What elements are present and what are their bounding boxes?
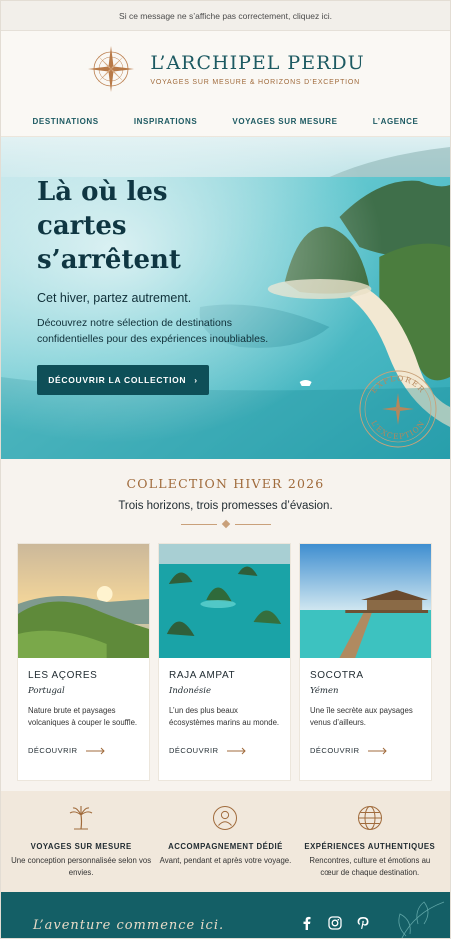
discover-link-label[interactable]: DÉCOUVRIR [169, 746, 219, 755]
collection-header: COLLECTION HIVER 2026 Trois horizons, tr… [1, 459, 450, 543]
card-raja-ampat[interactable]: RAJA AMPAT Indonésie L’un des plus beaux… [158, 543, 291, 781]
facebook-icon[interactable] [300, 916, 314, 930]
footer-tagline: L’aventure commence ici. [33, 917, 225, 933]
instagram-icon[interactable] [328, 916, 342, 930]
card-description: Nature brute et paysages volcaniques à c… [28, 706, 138, 727]
discover-link-label[interactable]: DÉCOUVRIR [310, 746, 360, 755]
card-country: Indonésie [169, 686, 212, 696]
feature-title: EXPÉRIENCES AUTHENTIQUES [304, 842, 436, 851]
hero-subtitle: Cet hiver, partez autrement. [37, 291, 192, 305]
feature-experiences: EXPÉRIENCES AUTHENTIQUES Rencontres, cul… [300, 805, 440, 892]
feature-description: Avant, pendant et après votre voyage. [159, 856, 292, 865]
arrow-right-icon [85, 747, 105, 754]
card-title: SOCOTRA [310, 670, 364, 681]
feature-accompagnement: ACCOMPAGNEMENT DÉDIÉ Avant, pendant et a… [155, 805, 295, 892]
compass-rose-icon [88, 46, 135, 92]
main-nav: DESTINATIONS INSPIRATIONS VOYAGES SUR ME… [1, 107, 450, 137]
hero-description: Découvrez notre sélection de destination… [37, 317, 269, 345]
explorer-stamp: EXPLORER L’EXCEPTION [359, 370, 437, 448]
destination-cards: LES AÇORES Portugal Nature brute et pays… [1, 543, 450, 781]
brand-tagline: VOYAGES SUR MESURE & HORIZONS D’EXCEPTIO… [150, 79, 361, 86]
raja-ampat-image [159, 544, 290, 658]
features-strip: VOYAGES SUR MESURE Une conception person… [1, 791, 450, 892]
arrow-right-icon [226, 747, 246, 754]
hero-banner: Là où les cartes s’arrêtent Cet hiver, p… [1, 137, 450, 459]
brand-name[interactable]: L’ARCHIPEL PERDU [150, 52, 364, 74]
feature-description: Rencontres, culture et émotions au cœur … [309, 856, 431, 877]
ornament-divider [1, 519, 450, 529]
view-in-browser-link[interactable]: Si ce message ne s’affiche pas correctem… [1, 1, 450, 31]
hero-title-line1: Là où les [37, 177, 168, 207]
socotra-image [300, 544, 431, 658]
discover-link-label[interactable]: DÉCOUVRIR [28, 746, 78, 755]
feature-voyages-sur-mesure: VOYAGES SUR MESURE Une conception person… [11, 805, 151, 892]
feature-title: ACCOMPAGNEMENT DÉDIÉ [168, 842, 283, 851]
nav-item-voyages-sur-mesure[interactable]: VOYAGES SUR MESURE [232, 117, 337, 126]
email-page: Si ce message ne s’affiche pas correctem… [0, 0, 451, 939]
discover-link[interactable]: DÉCOUVRIR [169, 746, 280, 755]
card-country: Portugal [28, 686, 65, 696]
card-title: RAJA AMPAT [169, 670, 236, 681]
globe-icon [357, 806, 382, 830]
footer: L’aventure commence ici. [1, 892, 450, 938]
hero-title-line2: cartes s’arrêtent [37, 211, 181, 275]
leaf-decoration-icon [398, 901, 445, 938]
pinterest-icon[interactable] [356, 916, 370, 930]
hero-copy: Là où les cartes s’arrêtent Cet hiver, p… [37, 175, 277, 347]
feature-description: Une conception personnalisée selon vos e… [11, 856, 152, 877]
card-acores[interactable]: LES AÇORES Portugal Nature brute et pays… [17, 543, 150, 781]
person-icon [213, 806, 238, 830]
nav-item-inspirations[interactable]: INSPIRATIONS [134, 117, 198, 126]
card-description: Une île secrète aux paysages venus d’ail… [310, 706, 413, 727]
discover-link[interactable]: DÉCOUVRIR [28, 746, 139, 755]
card-description: L’un des plus beaux écosystèmes marins a… [169, 706, 280, 727]
acores-image [18, 544, 149, 658]
card-socotra[interactable]: SOCOTRA Yémen Une île secrète aux paysag… [299, 543, 432, 781]
social-links [300, 916, 370, 930]
palm-tree-icon [69, 806, 93, 830]
nav-item-destinations[interactable]: DESTINATIONS [33, 117, 99, 126]
discover-link[interactable]: DÉCOUVRIR [310, 746, 421, 755]
discover-collection-label[interactable]: DÉCOUVRIR LA COLLECTION [48, 375, 186, 385]
feature-title: VOYAGES SUR MESURE [30, 842, 132, 851]
card-title: LES AÇORES [28, 670, 98, 681]
chevron-right-icon: › [194, 375, 198, 385]
brand-header: L’ARCHIPEL PERDU VOYAGES SUR MESURE & HO… [1, 31, 450, 107]
arrow-right-icon [367, 747, 387, 754]
card-country: Yémen [310, 686, 339, 696]
discover-collection-button[interactable]: DÉCOUVRIR LA COLLECTION › [37, 365, 209, 395]
collection-subtitle: Trois horizons, trois promesses d’évasio… [118, 500, 333, 512]
nav-item-agence[interactable]: L’AGENCE [373, 117, 419, 126]
collection-label: COLLECTION HIVER 2026 [126, 476, 325, 491]
topbar-text[interactable]: Si ce message ne s’affiche pas correctem… [119, 11, 332, 21]
